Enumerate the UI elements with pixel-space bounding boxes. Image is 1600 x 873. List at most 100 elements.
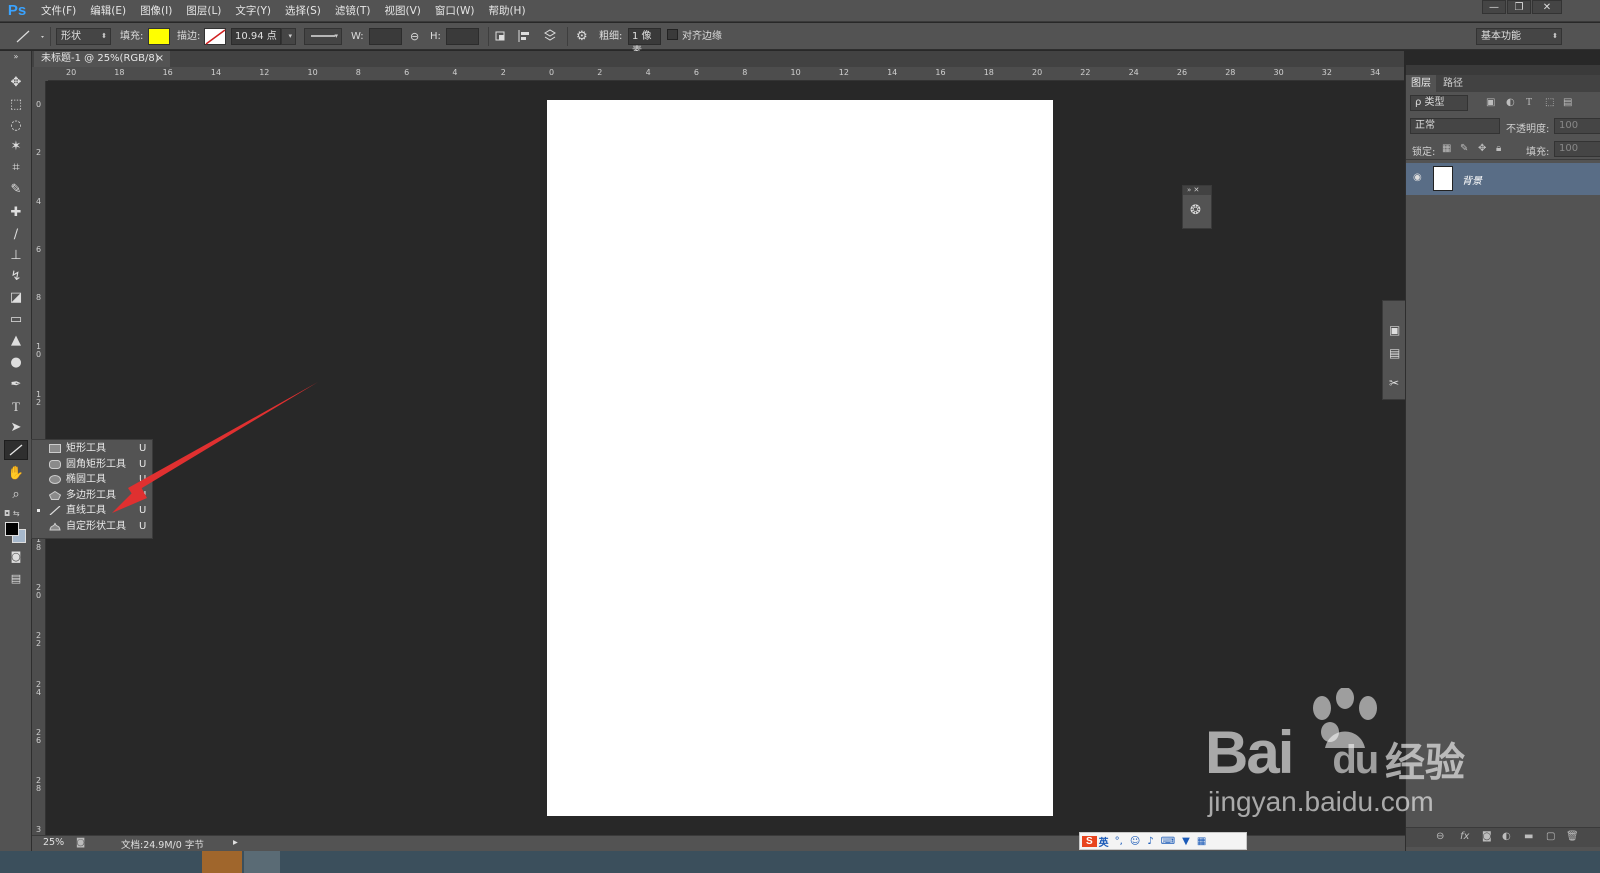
eye-icon[interactable]: ◉ xyxy=(1413,172,1422,183)
sogou-logo-icon[interactable]: S xyxy=(1082,835,1097,847)
stroke-color-swatch[interactable] xyxy=(204,28,226,45)
zoom-tool-icon[interactable]: ⌕ xyxy=(4,485,28,505)
hand-tool-icon[interactable]: ✋ xyxy=(4,464,28,484)
layer-filter-select[interactable]: ρ 类型 xyxy=(1410,95,1468,111)
menu-edit[interactable]: 编辑(E) xyxy=(83,0,133,22)
path-alignment-button[interactable] xyxy=(517,28,533,45)
stroke-type-select[interactable]: ▾ xyxy=(304,28,342,45)
workspace-select[interactable]: 基本功能 ⬍ xyxy=(1476,28,1562,45)
stroke-size-input[interactable]: 10.94 点 xyxy=(231,28,281,45)
collapse-icon[interactable]: » xyxy=(4,53,28,61)
toolbox-icon[interactable]: ▦ xyxy=(1197,836,1206,847)
type-tool-icon[interactable]: T xyxy=(4,397,28,417)
brush-tool-icon[interactable]: ∕ xyxy=(4,225,28,245)
pen-tool-icon[interactable]: ✒ xyxy=(4,375,28,395)
menu-type[interactable]: 文字(Y) xyxy=(228,0,278,22)
lasso-tool-icon[interactable]: ◌ xyxy=(4,116,28,136)
close-button[interactable]: ✕ xyxy=(1532,0,1562,14)
quick-mask-icon[interactable]: ◙ xyxy=(4,547,28,567)
fill-input[interactable]: 100 xyxy=(1554,141,1600,157)
tools-panel-icon[interactable]: ✂ xyxy=(1389,376,1399,390)
menu-select[interactable]: 选择(S) xyxy=(278,0,328,22)
minimize-button[interactable]: — xyxy=(1482,0,1506,14)
keyboard-icon[interactable]: ⌨ xyxy=(1161,836,1175,847)
healing-brush-tool-icon[interactable]: ✚ xyxy=(4,203,28,223)
tab-paths[interactable]: 路径 xyxy=(1438,75,1468,92)
tab-layers[interactable]: 图层 xyxy=(1406,75,1436,92)
punctuation-icon[interactable]: °, xyxy=(1115,836,1123,847)
magic-wand-tool-icon[interactable]: ✶ xyxy=(4,137,28,157)
document-tab[interactable]: 未标题-1 @ 25%(RGB/8) × xyxy=(34,51,170,67)
ime-language[interactable]: 英 xyxy=(1099,834,1109,849)
mode-select[interactable]: 形状 ⬍ xyxy=(56,28,111,45)
crop-tool-icon[interactable]: ⌗ xyxy=(4,158,28,178)
taskbar-app-button[interactable] xyxy=(202,851,242,873)
menu-image[interactable]: 图像(I) xyxy=(133,0,179,22)
menu-filter[interactable]: 滤镜(T) xyxy=(328,0,378,22)
fx-icon[interactable]: fx xyxy=(1460,831,1469,842)
tool-preset-picker[interactable] xyxy=(5,28,45,45)
new-layer-icon[interactable]: ▢ xyxy=(1546,831,1555,842)
horizontal-ruler[interactable]: 20 18 16 14 12 10 8 6 4 2 0 2 4 6 8 10 12 14 16 18 20 22 24 26 2… xyxy=(48,67,1404,81)
lock-position-icon[interactable]: ✥ xyxy=(1478,143,1486,154)
taskbar-app-button[interactable] xyxy=(244,851,280,873)
restore-button[interactable]: ❐ xyxy=(1507,0,1531,14)
marquee-tool-icon[interactable]: ⬚ xyxy=(4,95,28,115)
adjustment-filter-icon[interactable]: ◐ xyxy=(1506,97,1515,108)
pixel-filter-icon[interactable]: ▣ xyxy=(1486,97,1495,108)
history-brush-tool-icon[interactable]: ↯ xyxy=(4,267,28,287)
type-filter-icon[interactable]: T xyxy=(1526,97,1532,108)
weight-input[interactable]: 1 像素 xyxy=(628,28,661,57)
move-tool-icon[interactable]: ✥ xyxy=(4,73,28,93)
foreground-color-swatch[interactable] xyxy=(5,522,19,536)
screen-mode-icon[interactable]: ▤ xyxy=(4,569,28,589)
menu-help[interactable]: 帮助(H) xyxy=(481,0,532,22)
color-wheel-icon[interactable]: ❂ xyxy=(1190,203,1201,218)
skin-icon[interactable]: ▼ xyxy=(1182,836,1190,847)
line-tool-icon[interactable] xyxy=(4,440,28,460)
dodge-tool-icon[interactable]: ● xyxy=(4,353,28,373)
properties-panel-icon[interactable]: ▤ xyxy=(1389,346,1400,360)
align-edges-checkbox[interactable] xyxy=(667,29,678,40)
link-icon[interactable]: ⊖ xyxy=(410,28,419,45)
default-colors-icon[interactable]: ◘ ⇆ xyxy=(4,509,20,518)
path-operations-button[interactable] xyxy=(494,28,510,45)
panel-header-icon[interactable]: » ✕ xyxy=(1183,186,1211,195)
zoom-level[interactable]: 25% xyxy=(43,837,64,848)
link-layers-icon[interactable]: ⊖ xyxy=(1436,831,1444,842)
lock-transparent-icon[interactable]: ▦ xyxy=(1442,143,1451,154)
new-group-icon[interactable]: ▬ xyxy=(1524,831,1533,842)
menu-view[interactable]: 视图(V) xyxy=(377,0,427,22)
eraser-tool-icon[interactable]: ◪ xyxy=(4,288,28,308)
width-input[interactable] xyxy=(369,28,402,45)
clone-stamp-tool-icon[interactable]: ⊥ xyxy=(4,246,28,266)
ruler-origin[interactable] xyxy=(32,67,48,81)
path-arrangement-button[interactable] xyxy=(542,28,558,45)
status-menu-arrow-icon[interactable]: ▸ xyxy=(233,837,238,848)
history-panel-icon[interactable]: ▣ xyxy=(1389,323,1400,337)
menu-window[interactable]: 窗口(W) xyxy=(428,0,482,22)
smart-object-filter-icon[interactable]: ▤ xyxy=(1563,97,1572,108)
menu-layer[interactable]: 图层(L) xyxy=(179,0,228,22)
layer-row-background[interactable]: ◉ 背景 xyxy=(1406,163,1600,195)
close-tab-icon[interactable]: × xyxy=(156,51,164,67)
gear-icon[interactable]: ⚙ xyxy=(576,28,588,45)
status-info-icon[interactable]: ◙ xyxy=(76,837,85,848)
lock-image-icon[interactable]: ✎ xyxy=(1460,143,1468,154)
blur-tool-icon[interactable]: ▲ xyxy=(4,331,28,351)
add-mask-icon[interactable]: ◙ xyxy=(1482,831,1492,842)
height-input[interactable] xyxy=(446,28,479,45)
opacity-input[interactable]: 100 xyxy=(1554,118,1600,134)
stroke-size-dropdown[interactable]: ▾ xyxy=(281,28,296,45)
emoji-icon[interactable]: ☺ xyxy=(1130,836,1140,847)
lock-all-icon[interactable]: 🔒︎ xyxy=(1496,143,1501,154)
shape-filter-icon[interactable]: ⬚ xyxy=(1545,97,1554,108)
blend-mode-select[interactable]: 正常 xyxy=(1410,118,1500,134)
gradient-tool-icon[interactable]: ▭ xyxy=(4,310,28,330)
delete-layer-icon[interactable]: 🗑︎ xyxy=(1566,831,1579,842)
document-canvas[interactable] xyxy=(547,100,1053,816)
path-selection-tool-icon[interactable]: ➤ xyxy=(4,418,28,438)
fill-color-swatch[interactable] xyxy=(148,28,170,45)
eyedropper-tool-icon[interactable]: ✎ xyxy=(4,180,28,200)
microphone-icon[interactable]: ♪ xyxy=(1147,836,1153,847)
